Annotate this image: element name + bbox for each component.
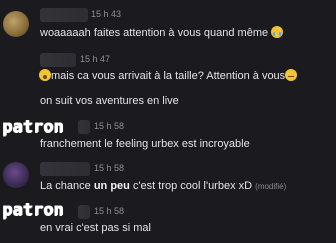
- message-text: La chance un peu c'est trop cool l'urbex…: [40, 180, 287, 192]
- username-redacted[interactable]: [78, 205, 90, 219]
- message-text: en vrai c'est pas si mal: [40, 222, 151, 234]
- message-group[interactable]: 15 h 43 woaaaaah faites attention à vous…: [0, 5, 336, 39]
- chat-log: 15 h 43 woaaaaah faites attention à vous…: [0, 0, 336, 243]
- edited-label: (modifié): [255, 182, 287, 191]
- crying-face-icon: [271, 26, 284, 38]
- username-redacted[interactable]: [78, 120, 90, 134]
- avatar[interactable]: [3, 11, 29, 37]
- message-group[interactable]: 15 h 58 La chance un peu c'est trop cool…: [0, 158, 336, 194]
- timestamp: 15 h 43: [91, 9, 122, 19]
- message-text: mais ca vous arrivait à la taille? Atten…: [39, 69, 298, 82]
- patron-sticker: patron: [2, 117, 64, 137]
- timestamp: 15 h 58: [94, 206, 125, 216]
- timestamp: 15 h 58: [94, 163, 125, 173]
- username-redacted[interactable]: [40, 8, 88, 22]
- message-text: on suit vos aventures en live: [40, 95, 179, 107]
- timestamp: 15 h 58: [94, 121, 125, 131]
- message-group[interactable]: patron 15 h 58 en vrai c'est pas si mal: [0, 199, 336, 239]
- message-text: franchement le feeling urbex est incroya…: [40, 138, 250, 150]
- username-redacted[interactable]: [40, 53, 76, 67]
- message-text: woaaaaah faites attention à vous quand m…: [40, 26, 284, 39]
- patron-sticker: patron: [2, 200, 64, 220]
- avatar[interactable]: [3, 162, 29, 188]
- message-group[interactable]: patron 15 h 58 franchement le feeling ur…: [0, 114, 336, 150]
- message-group[interactable]: 15 h 47 mais ca vous arrivait à la taill…: [0, 49, 336, 109]
- astonished-face-icon: [39, 69, 51, 81]
- timestamp: 15 h 47: [80, 54, 111, 64]
- username-redacted[interactable]: [40, 162, 90, 176]
- neutral-face-icon: [285, 69, 298, 81]
